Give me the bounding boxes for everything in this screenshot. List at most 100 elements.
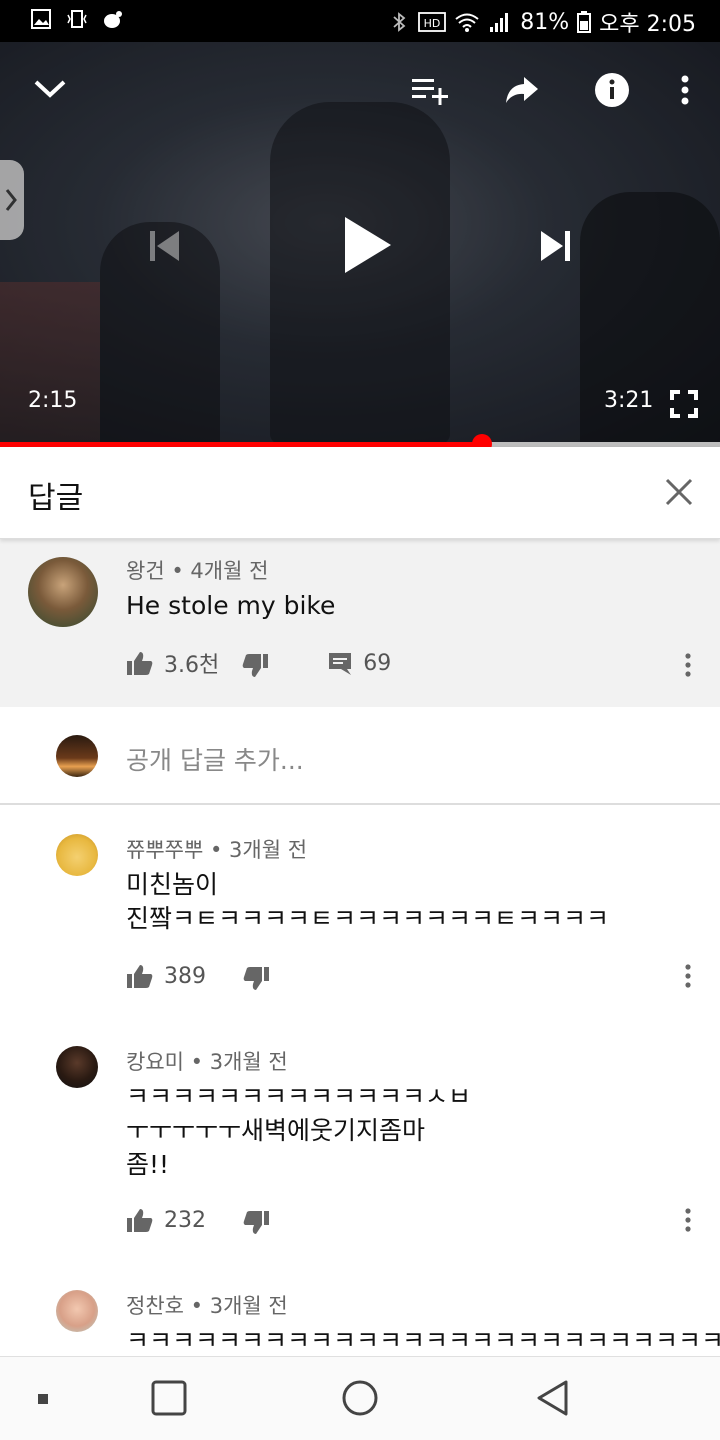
status-bar: HD 81% 오후 2:05 [0, 0, 720, 42]
comment-actions: 3.6천 69 [126, 647, 391, 679]
reply-text: 미친놈이 진짴ㅋㅌㅋㅋㅋㅋㅌㅋㅋㅋㅋㅋㅋㅋㅌㅋㅋㅋㅋ [126, 868, 609, 936]
comment-text: He stole my bike [126, 591, 336, 620]
chevron-right-icon [5, 189, 17, 211]
system-nav-bar [0, 1356, 720, 1440]
reply-more-button[interactable] [684, 1208, 692, 1234]
avatar[interactable] [28, 557, 98, 627]
vibrate-icon [67, 10, 87, 28]
thumbs-down-icon[interactable] [241, 653, 269, 679]
skip-next-icon [541, 231, 570, 261]
meta-separator: • [183, 1294, 210, 1318]
reply-actions: 389 [126, 960, 270, 992]
gallery-icon [31, 9, 51, 29]
share-icon [506, 77, 538, 103]
home-button[interactable] [341, 1379, 379, 1421]
battery-percent: 81% [520, 9, 570, 35]
cup-icon [104, 11, 122, 28]
reply-count: 69 [363, 650, 392, 676]
video-player[interactable]: 2:15 3:21 [0, 42, 720, 444]
side-panel-tab[interactable] [0, 160, 24, 240]
reply-item: 쮸뿌쭈뿌 • 3개월 전 미친놈이 진짴ㅋㅌㅋㅋㅋㅋㅌㅋㅋㅋㅋㅋㅋㅋㅌㅋㅋㅋㅋ … [0, 806, 720, 1042]
reply-text-line: 진짴ㅋㅌㅋㅋㅋㅋㅌㅋㅋㅋㅋㅋㅋㅋㅌㅋㅋㅋㅋ [126, 904, 610, 933]
thumbs-up-icon[interactable] [126, 963, 154, 989]
more-vertical-icon [685, 653, 691, 677]
reply-meta: 쮸뿌쭈뿌 • 3개월 전 [126, 834, 307, 864]
reply-meta: 캉요미 • 3개월 전 [126, 1046, 288, 1076]
share-button[interactable] [500, 70, 544, 110]
svg-text:HD: HD [424, 17, 441, 30]
chevron-down-icon [34, 80, 66, 98]
add-reply-input[interactable]: 공개 답글 추가... [126, 741, 304, 777]
info-button[interactable] [590, 68, 634, 112]
info-icon [595, 73, 629, 107]
bluetooth-icon [393, 12, 406, 32]
back-button[interactable] [534, 1379, 572, 1421]
add-reply-row[interactable]: 공개 답글 추가... [0, 707, 720, 805]
like-count: 232 [164, 1207, 206, 1233]
reply-text: ㅋㅋㅋㅋㅋㅋㅋㅋㅋㅋㅋㅋㅋㅅㅂ ㅜㅜㅜㅜㅜ새벽에웃기지좀마 좀!! [126, 1080, 471, 1182]
reply-age: 3개월 전 [209, 1050, 288, 1074]
reply-text: ㅋㅋㅋㅋㅋㅋㅋㅋㅋㅋㅋㅋㅋㅋㅋㅋㅋㅋㅋㅋㅋㅋㅋㅋㅋㅋ [126, 1324, 720, 1356]
thumbs-up-icon[interactable] [126, 1207, 154, 1233]
more-vertical-icon [685, 964, 691, 988]
next-button[interactable] [532, 222, 580, 270]
avatar[interactable] [56, 834, 98, 876]
thumbs-down-icon[interactable] [242, 966, 270, 992]
close-replies-button[interactable] [664, 477, 694, 507]
recent-apps-button[interactable] [150, 1379, 188, 1421]
more-vertical-icon [685, 1208, 691, 1232]
skip-previous-icon [150, 231, 179, 261]
avatar [56, 735, 98, 777]
play-icon [345, 217, 391, 273]
recents-icon [151, 1380, 187, 1416]
fullscreen-button[interactable] [666, 386, 702, 422]
duration: 3:21 [604, 388, 654, 413]
reply-text-line: ㅜㅜㅜㅜㅜ새벽에웃기지좀마 [126, 1116, 426, 1145]
signal-icon [490, 13, 509, 32]
previous-button[interactable] [140, 222, 188, 270]
avatar[interactable] [56, 1290, 98, 1332]
home-icon [342, 1380, 378, 1416]
battery-icon [577, 11, 592, 33]
clock: 오후 2:05 [599, 12, 696, 37]
nav-extra-button[interactable] [36, 1391, 50, 1410]
reply-item: 정찬호 • 3개월 전 ㅋㅋㅋㅋㅋㅋㅋㅋㅋㅋㅋㅋㅋㅋㅋㅋㅋㅋㅋㅋㅋㅋㅋㅋㅋㅋ [0, 1262, 720, 1356]
wifi-icon [455, 13, 479, 32]
reply-comment-icon[interactable] [327, 650, 353, 676]
thumbs-up-icon[interactable] [126, 650, 154, 676]
comment-meta: 왕건 • 4개월 전 [126, 555, 268, 585]
more-vertical-icon [681, 75, 689, 105]
current-time: 2:15 [28, 388, 78, 413]
reply-meta: 정찬호 • 3개월 전 [126, 1290, 288, 1320]
replies-header: 답글 [0, 447, 720, 539]
hd-icon: HD [418, 12, 447, 32]
minimize-button[interactable] [28, 68, 72, 108]
thumbs-down-icon[interactable] [242, 1210, 270, 1236]
reply-age: 3개월 전 [229, 838, 308, 862]
replies-title: 답글 [28, 481, 84, 516]
reply-age: 3개월 전 [209, 1294, 288, 1318]
avatar[interactable] [56, 1046, 98, 1088]
like-count: 3.6천 [164, 653, 220, 678]
video-more-button[interactable] [670, 68, 700, 112]
reply-text-line: 미친놈이 [126, 870, 219, 899]
reply-item: 캉요미 • 3개월 전 ㅋㅋㅋㅋㅋㅋㅋㅋㅋㅋㅋㅋㅋㅅㅂ ㅜㅜㅜㅜㅜ새벽에웃기지좀… [0, 1018, 720, 1278]
reply-text-line: ㅋㅋㅋㅋㅋㅋㅋㅋㅋㅋㅋㅋㅋㅅㅂ [126, 1082, 472, 1111]
reply-actions: 232 [126, 1204, 270, 1236]
meta-separator: • [171, 559, 191, 583]
back-icon [537, 1380, 568, 1416]
reply-author[interactable]: 정찬호 [126, 1294, 184, 1318]
close-icon [665, 478, 693, 506]
reply-text-line: ㅋㅋㅋㅋㅋㅋㅋㅋㅋㅋㅋㅋㅋㅋㅋㅋㅋㅋㅋㅋㅋㅋㅋㅋㅋㅋ [126, 1326, 720, 1355]
add-to-playlist-button[interactable] [408, 70, 452, 110]
comment-author[interactable]: 왕건 [126, 559, 165, 583]
comment-age: 4개월 전 [190, 559, 269, 583]
play-button[interactable] [332, 210, 402, 280]
meta-separator: • [183, 1050, 210, 1074]
fullscreen-icon [670, 390, 698, 418]
reply-more-button[interactable] [684, 964, 692, 990]
reply-author[interactable]: 캉요미 [126, 1050, 184, 1074]
parent-comment: 왕건 • 4개월 전 He stole my bike 3.6천 69 [0, 539, 720, 707]
reply-author[interactable]: 쮸뿌쭈뿌 [126, 838, 203, 862]
comment-more-button[interactable] [684, 653, 692, 679]
